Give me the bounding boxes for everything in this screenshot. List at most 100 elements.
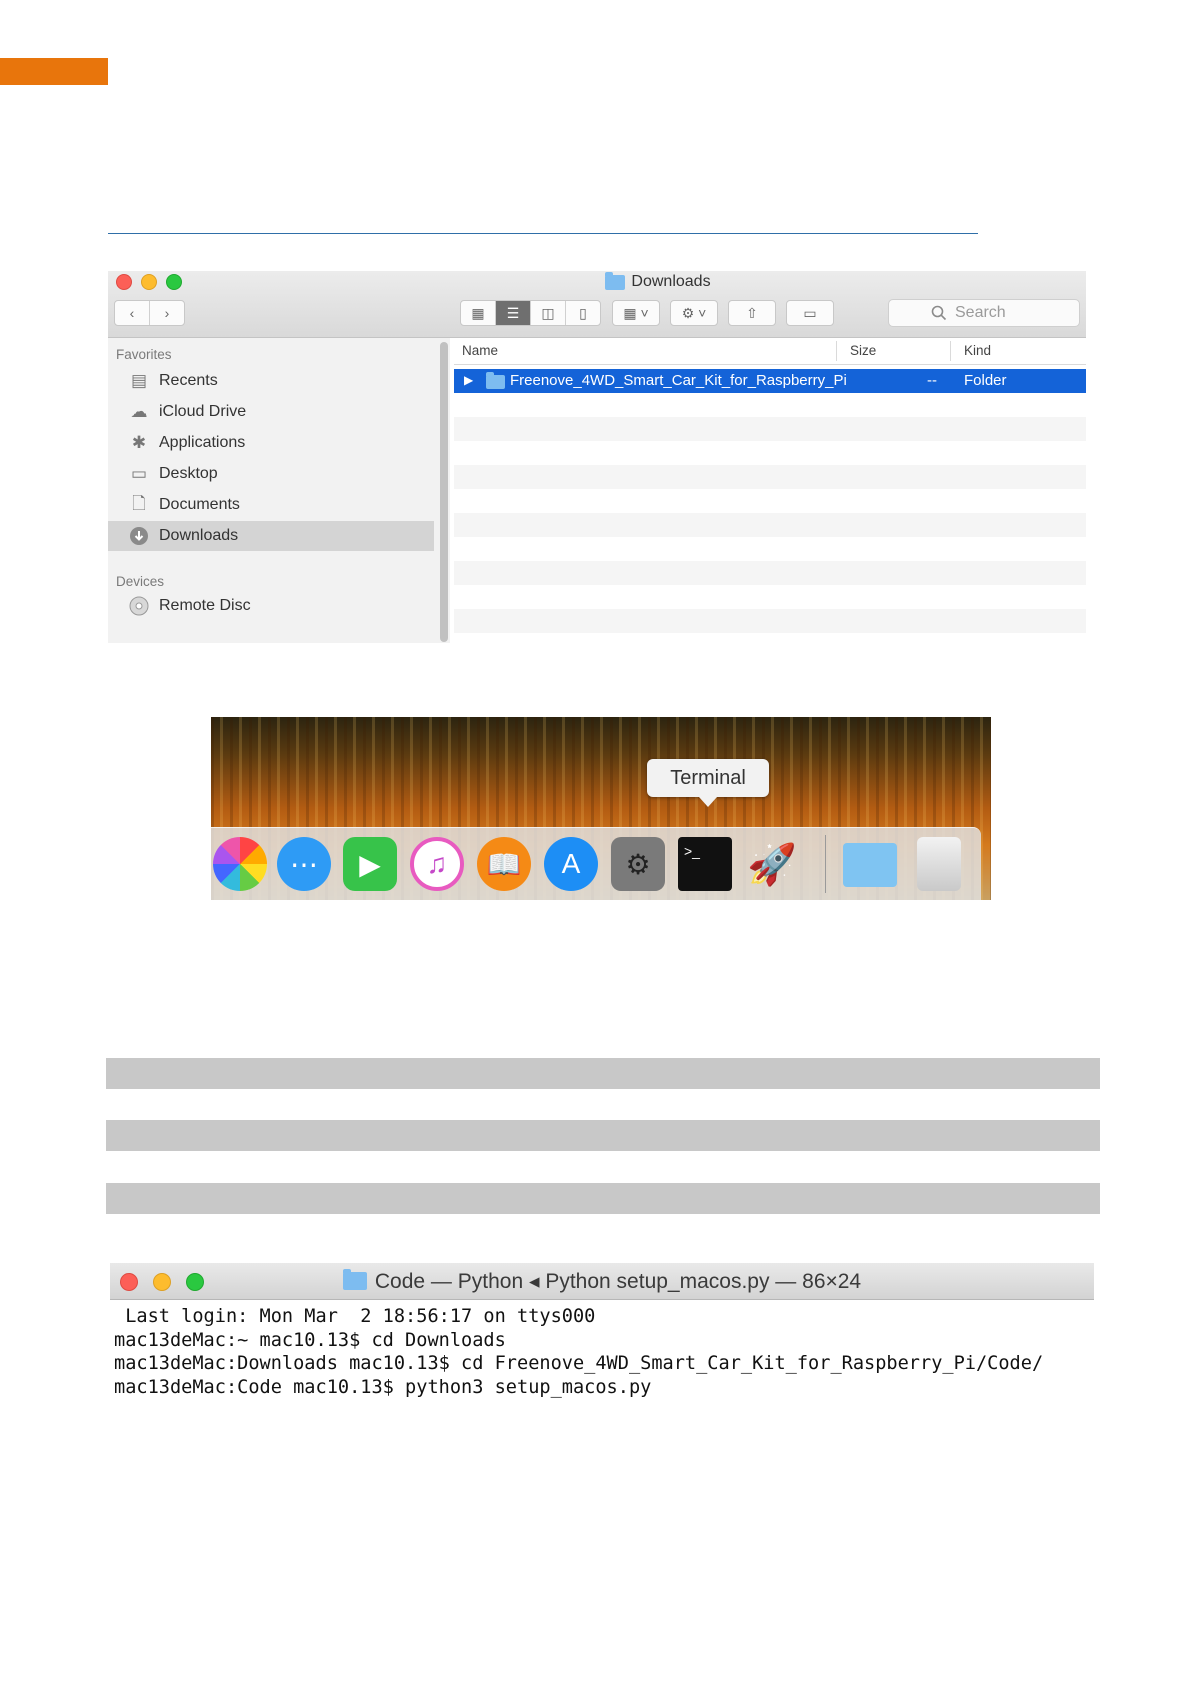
empty-row bbox=[454, 465, 1086, 489]
column-view-button[interactable]: ◫ bbox=[531, 301, 566, 325]
list-header: Name Size Kind bbox=[454, 338, 1086, 365]
dock-screenshot: Terminal ⋯ ▶ ♫ 📖 A ⚙ >_ 🚀 bbox=[211, 717, 991, 900]
devices-heading: Devices bbox=[116, 574, 165, 589]
ibooks-icon[interactable]: 📖 bbox=[477, 837, 531, 891]
empty-row bbox=[454, 513, 1086, 537]
sidebar-scrollbar[interactable] bbox=[438, 338, 450, 643]
python-launcher-icon[interactable]: 🚀 bbox=[745, 837, 799, 891]
column-divider bbox=[836, 341, 837, 361]
header-accent-tab bbox=[0, 58, 108, 85]
gear-icon: ⚙ ˅ bbox=[681, 304, 707, 321]
minimize-button[interactable] bbox=[141, 274, 157, 290]
empty-row bbox=[454, 585, 1086, 609]
forward-button[interactable]: › bbox=[150, 301, 184, 325]
search-input[interactable] bbox=[953, 303, 1037, 323]
window-title-label: Downloads bbox=[631, 273, 711, 290]
file-list: Name Size Kind ▶ Freenove_4WD_Smart_Car_… bbox=[454, 338, 1086, 643]
arrange-icon: ▦ ˅ bbox=[623, 304, 649, 321]
share-icon: ⇧ bbox=[746, 304, 758, 321]
scrollbar-thumb[interactable] bbox=[440, 342, 448, 642]
terminal-line: mac13deMac:Code mac10.13$ python3 setup_… bbox=[114, 1376, 652, 1398]
folder-icon[interactable] bbox=[843, 843, 897, 887]
search-icon bbox=[931, 305, 947, 321]
documents-icon: 🗋 bbox=[132, 493, 146, 513]
list-view-button[interactable]: ☰ bbox=[496, 301, 531, 325]
terminal-line: mac13deMac:Downloads mac10.13$ cd Freeno… bbox=[114, 1353, 1044, 1374]
search-field[interactable] bbox=[888, 299, 1080, 327]
sidebar-item-label: Recents bbox=[159, 372, 218, 389]
cloud-icon: ☁ bbox=[130, 402, 148, 421]
folder-icon bbox=[486, 372, 505, 389]
action-button[interactable]: ⚙ ˅ bbox=[670, 300, 718, 326]
terminal-window: Code — Python ◂ Python setup_macos.py — … bbox=[110, 1263, 1094, 1403]
empty-row bbox=[454, 561, 1086, 585]
zoom-button[interactable] bbox=[166, 274, 182, 290]
terminal-line: Last login: Mon Mar 2 18:56:17 on ttys00… bbox=[114, 1306, 596, 1327]
header-rule bbox=[108, 233, 978, 234]
sidebar-item-recents[interactable]: ▤ Recents bbox=[108, 366, 434, 396]
dock-separator bbox=[825, 835, 826, 893]
sidebar-item-downloads[interactable]: Downloads bbox=[108, 521, 434, 551]
sidebar-item-remote-disc[interactable]: Remote Disc bbox=[108, 591, 434, 621]
terminal-title-bar: Code — Python ◂ Python setup_macos.py — … bbox=[110, 1263, 1094, 1300]
itunes-icon[interactable]: ♫ bbox=[410, 837, 464, 891]
back-forward-control: ‹ › bbox=[114, 300, 185, 326]
downloads-icon bbox=[127, 524, 151, 548]
desktop-icon: ▭ bbox=[130, 464, 148, 483]
terminal-icon[interactable]: >_ bbox=[678, 837, 732, 891]
favorites-heading: Favorites bbox=[116, 347, 172, 362]
tags-button[interactable]: ▭ bbox=[786, 300, 834, 326]
column-header-size[interactable]: Size bbox=[850, 343, 876, 358]
empty-row bbox=[454, 489, 1086, 513]
app-store-icon[interactable]: A bbox=[544, 837, 598, 891]
disc-icon bbox=[127, 594, 151, 618]
sidebar-item-label: Desktop bbox=[159, 465, 218, 482]
empty-row bbox=[454, 417, 1086, 441]
sidebar-item-label: iCloud Drive bbox=[159, 403, 247, 420]
dock-tooltip: Terminal bbox=[647, 759, 769, 807]
finder-window: Downloads ‹ › ▦ ☰ ◫ ▯ ▦ ˅ ⚙ ˅ ⇧ ▭ Search… bbox=[108, 271, 1086, 643]
facetime-icon[interactable]: ▶ bbox=[343, 837, 397, 891]
close-button[interactable] bbox=[116, 274, 132, 290]
terminal-title: Code — Python ◂ Python setup_macos.py — … bbox=[110, 1263, 1094, 1299]
photos-icon[interactable] bbox=[213, 837, 267, 891]
terminal-output[interactable]: Last login: Mon Mar 2 18:56:17 on ttys00… bbox=[114, 1305, 1043, 1399]
empty-row bbox=[454, 441, 1086, 465]
trash-icon[interactable] bbox=[917, 837, 961, 891]
finder-sidebar: Favorites ▤ Recents ☁ iCloud Drive ✱ App… bbox=[108, 338, 438, 643]
messages-icon[interactable]: ⋯ bbox=[277, 837, 331, 891]
terminal-line: mac13deMac:~ mac10.13$ cd Downloads bbox=[114, 1329, 506, 1351]
column-divider bbox=[950, 341, 951, 361]
folder-icon bbox=[605, 271, 626, 290]
column-header-name[interactable]: Name bbox=[462, 343, 498, 358]
sidebar-item-desktop[interactable]: ▭ Desktop bbox=[108, 459, 434, 489]
finder-toolbar: Downloads ‹ › ▦ ☰ ◫ ▯ ▦ ˅ ⚙ ˅ ⇧ ▭ bbox=[108, 271, 1086, 338]
system-preferences-icon[interactable]: ⚙ bbox=[611, 837, 665, 891]
icon-view-button[interactable]: ▦ bbox=[461, 301, 496, 325]
sidebar-item-label: Applications bbox=[159, 434, 246, 451]
gallery-view-button[interactable]: ▯ bbox=[566, 301, 600, 325]
terminal-title-label: Code — Python ◂ Python setup_macos.py — … bbox=[374, 1269, 862, 1293]
arrange-button[interactable]: ▦ ˅ bbox=[612, 300, 660, 326]
file-name: Freenove_4WD_Smart_Car_Kit_for_Raspberry… bbox=[510, 372, 847, 389]
command-bar bbox=[106, 1183, 1100, 1214]
sidebar-item-label: Downloads bbox=[159, 527, 239, 544]
table-row[interactable]: ▶ Freenove_4WD_Smart_Car_Kit_for_Raspber… bbox=[454, 369, 1086, 393]
sidebar-item-icloud-drive[interactable]: ☁ iCloud Drive bbox=[108, 397, 434, 427]
applications-icon: ✱ bbox=[131, 433, 147, 452]
empty-row bbox=[454, 393, 1086, 417]
recents-icon: ▤ bbox=[130, 371, 148, 390]
command-bar bbox=[106, 1058, 1100, 1089]
disclosure-triangle-icon[interactable]: ▶ bbox=[464, 373, 473, 387]
sidebar-item-label: Remote Disc bbox=[159, 597, 251, 614]
file-kind: Folder bbox=[964, 372, 1007, 389]
share-button[interactable]: ⇧ bbox=[728, 300, 776, 326]
sidebar-item-applications[interactable]: ✱ Applications bbox=[108, 428, 434, 458]
column-header-kind[interactable]: Kind bbox=[964, 343, 991, 358]
command-bar bbox=[106, 1120, 1100, 1151]
back-button[interactable]: ‹ bbox=[115, 301, 150, 325]
tag-icon: ▭ bbox=[803, 304, 817, 321]
file-size: -- bbox=[927, 372, 937, 389]
folder-icon bbox=[342, 1269, 367, 1290]
sidebar-item-documents[interactable]: 🗋 Documents bbox=[108, 490, 434, 520]
